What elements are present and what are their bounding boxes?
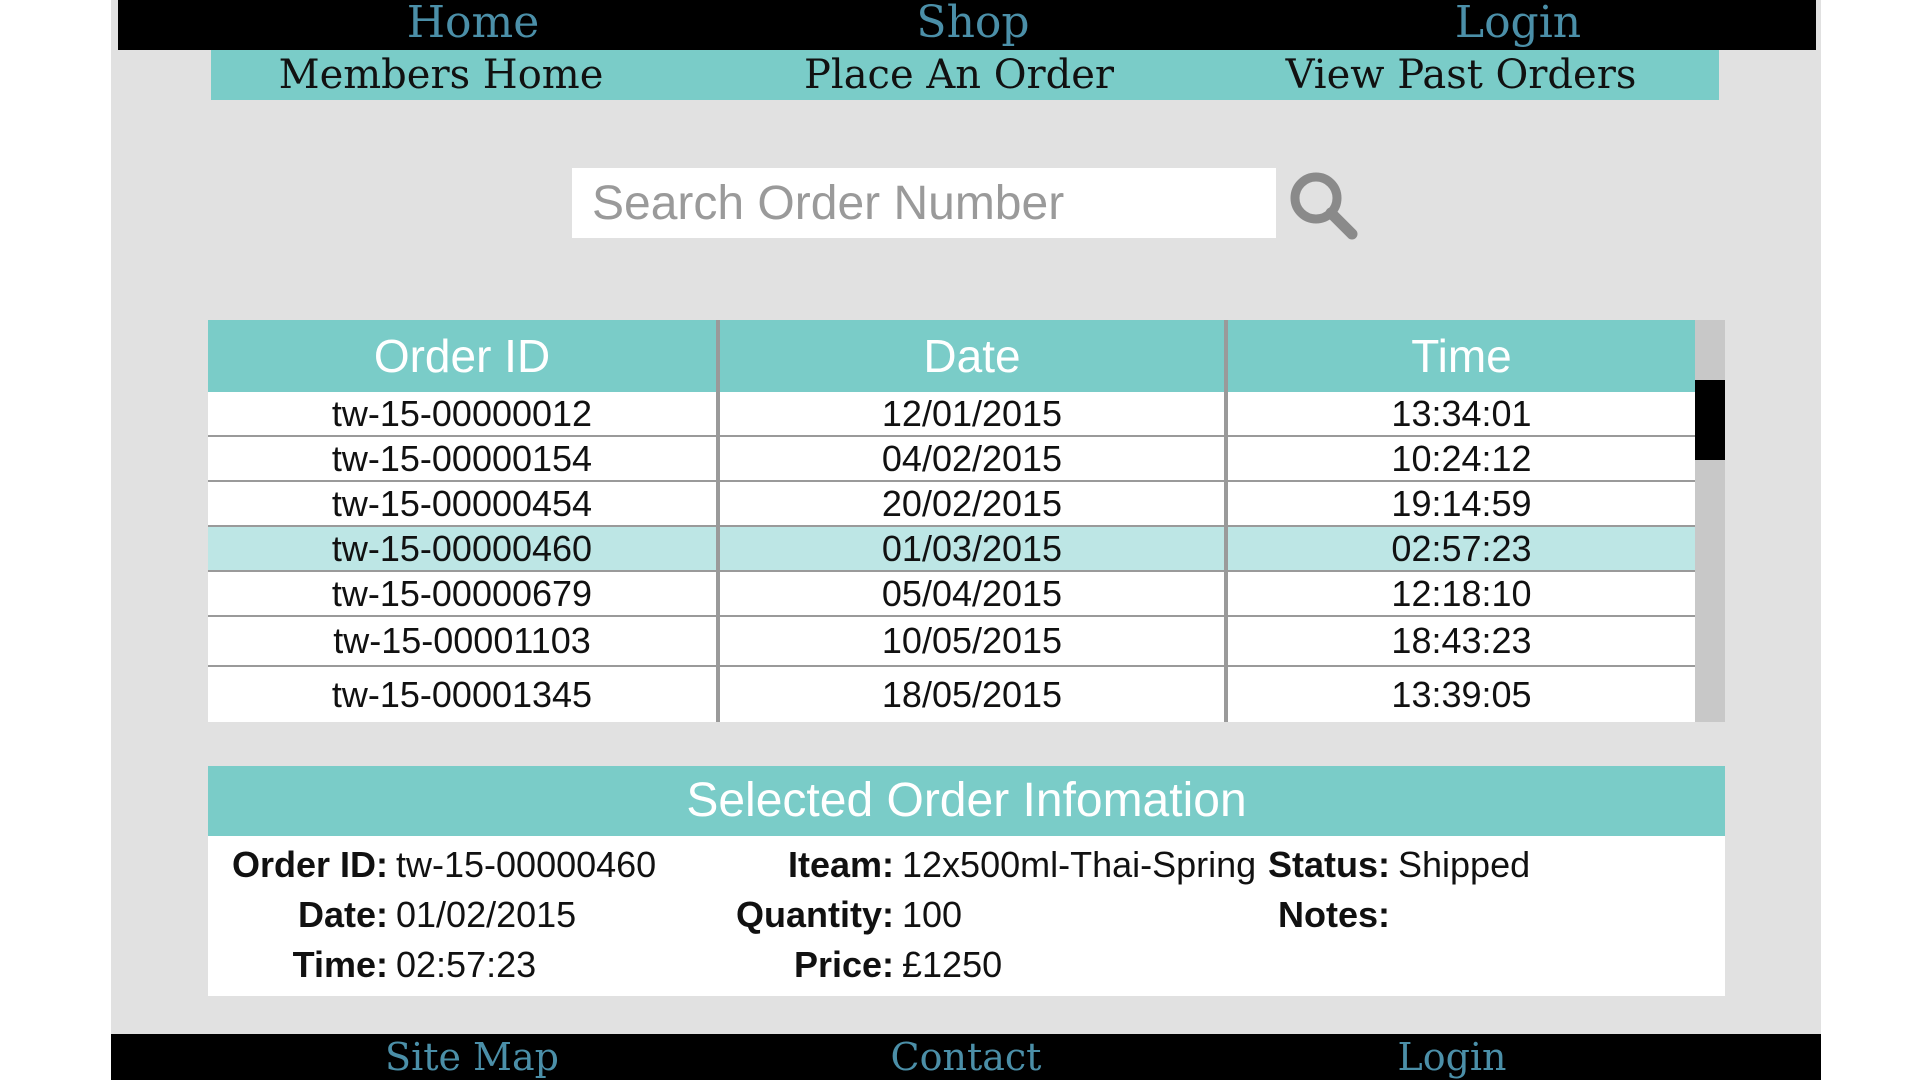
cell-date: 20/02/2015	[881, 482, 1063, 524]
subnav-place-order[interactable]: Place An Order	[729, 52, 1189, 98]
field-order-id: Order ID: tw-15-00000460	[228, 844, 656, 886]
cell-order-id: tw-15-00000154	[331, 437, 593, 479]
footer-login-link[interactable]: Login	[1302, 1034, 1602, 1080]
search-input[interactable]	[572, 168, 1276, 238]
cell-date: 12/01/2015	[881, 392, 1063, 434]
cell-date: 04/02/2015	[881, 437, 1063, 479]
cell-date: 10/05/2015	[881, 620, 1063, 661]
date-label: Date:	[297, 894, 388, 935]
status-label: Status:	[1268, 844, 1391, 885]
item-value: 12x500ml-Thai-Spring	[902, 844, 1257, 885]
quantity-label: Quantity:	[736, 894, 894, 935]
price-label: Price:	[793, 944, 894, 985]
table-row[interactable]: tw-15-00000012 12/01/2015 13:34:01	[208, 392, 1695, 437]
table-row-selected[interactable]: tw-15-00000460 01/03/2015 02:57:23	[208, 527, 1695, 572]
cell-order-id: tw-15-00000679	[331, 572, 593, 614]
table-row[interactable]: tw-15-00000679 05/04/2015 12:18:10	[208, 572, 1695, 617]
cell-order-id: tw-15-00000460	[331, 527, 593, 569]
item-label: Iteam:	[787, 844, 894, 885]
search-button[interactable]	[1286, 168, 1360, 242]
order-id-label: Order ID:	[231, 844, 388, 885]
table-row[interactable]: tw-15-00001345 18/05/2015 13:39:05	[208, 667, 1695, 722]
footer-site-map-link[interactable]: Site Map	[322, 1034, 622, 1080]
time-value: 02:57:23	[396, 944, 537, 985]
cell-order-id: tw-15-00000454	[331, 482, 593, 524]
header-order-id[interactable]: Order ID	[208, 320, 716, 392]
top-nav: Home Shop Login	[118, 0, 1816, 50]
members-subnav: Members Home Place An Order View Past Or…	[211, 50, 1719, 100]
nav-login-link[interactable]: Login	[1368, 0, 1668, 52]
cell-time: 13:34:01	[1391, 392, 1532, 434]
field-date: Date: 01/02/2015	[228, 894, 576, 936]
cell-order-id: tw-15-00001103	[333, 620, 591, 661]
field-status: Status: Shipped	[1268, 844, 1530, 886]
nav-home-link[interactable]: Home	[323, 0, 623, 52]
subnav-members-home[interactable]: Members Home	[211, 52, 671, 98]
scrollbar-thumb[interactable]	[1695, 380, 1725, 460]
status-value: Shipped	[1398, 844, 1531, 885]
cell-time: 13:39:05	[1391, 673, 1532, 715]
quantity-value: 100	[902, 894, 963, 935]
field-item: Iteam: 12x500ml-Thai-Spring	[728, 844, 1256, 886]
table-row[interactable]: tw-15-00001103 10/05/2015 18:43:23	[208, 617, 1695, 667]
cell-date: 01/03/2015	[881, 527, 1063, 569]
field-notes: Notes:	[1268, 894, 1398, 936]
notes-label: Notes:	[1277, 894, 1390, 935]
cell-time: 02:57:23	[1391, 527, 1532, 569]
cell-order-id: tw-15-00001345	[331, 673, 593, 715]
cell-date: 05/04/2015	[881, 572, 1063, 614]
header-date[interactable]: Date	[720, 320, 1224, 392]
cell-date: 18/05/2015	[881, 673, 1063, 715]
header-time[interactable]: Time	[1228, 320, 1695, 392]
column-divider	[1224, 320, 1228, 722]
cell-time: 19:14:59	[1391, 482, 1532, 524]
magnifier-icon	[1290, 172, 1358, 240]
search-field	[572, 168, 1276, 238]
selected-order-panel: Selected Order Infomation Order ID: tw-15…	[208, 766, 1725, 996]
cell-order-id: tw-15-00000012	[331, 392, 593, 434]
table-scrollbar[interactable]	[1695, 320, 1725, 722]
table-row[interactable]: tw-15-00000454 20/02/2015 19:14:59	[208, 482, 1695, 527]
field-price: Price: £1250	[728, 944, 1002, 986]
footer-bar: Site Map Contact Login	[111, 1034, 1821, 1080]
footer-contact-link[interactable]: Contact	[816, 1034, 1116, 1080]
time-label: Time:	[292, 944, 388, 985]
cell-time: 10:24:12	[1391, 437, 1532, 479]
column-divider	[716, 320, 720, 722]
date-value: 01/02/2015	[396, 894, 577, 935]
price-value: £1250	[902, 944, 1003, 985]
orders-table: Order ID Date Time tw-15-00000012 12/01/…	[208, 320, 1725, 722]
table-row[interactable]: tw-15-00000154 04/02/2015 10:24:12	[208, 437, 1695, 482]
cell-time: 18:43:23	[1391, 620, 1532, 661]
field-time: Time: 02:57:23	[228, 944, 537, 986]
field-quantity: Quantity: 100	[728, 894, 962, 936]
selected-order-title: Selected Order Infomation	[208, 766, 1725, 836]
order-id-value: tw-15-00000460	[396, 844, 657, 885]
orders-table-header: Order ID Date Time	[208, 320, 1695, 392]
cell-time: 12:18:10	[1391, 572, 1532, 614]
subnav-view-past-orders[interactable]: View Past Orders	[1231, 52, 1691, 98]
nav-shop-link[interactable]: Shop	[823, 0, 1123, 52]
